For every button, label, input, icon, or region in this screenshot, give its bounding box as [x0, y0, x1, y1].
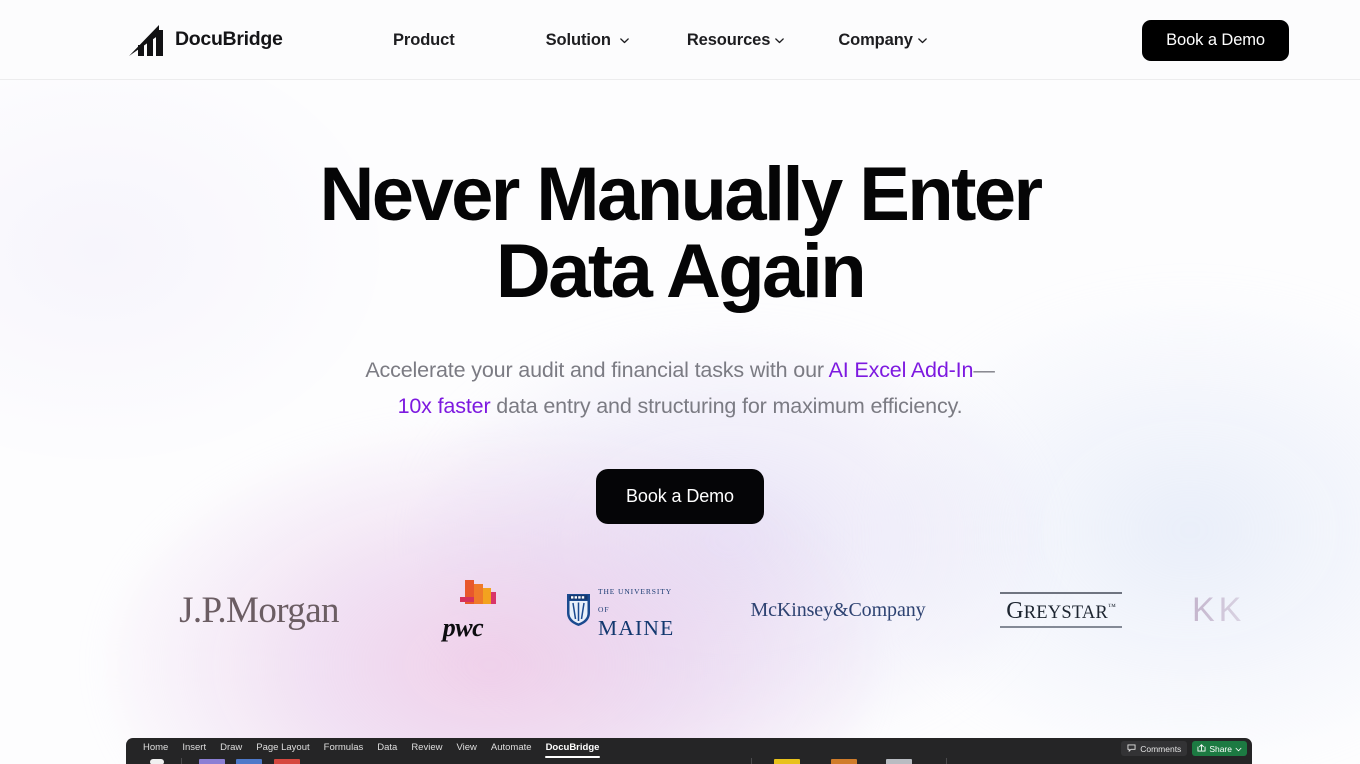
- excel-ribbon-icon-row: [126, 758, 1252, 764]
- greystar-rule-bottom: [1000, 625, 1122, 628]
- ribbon-icon-font[interactable]: [199, 759, 225, 764]
- hero-subtitle-text-2: data entry and structuring for maximum e…: [490, 394, 963, 418]
- logo-university-of-maine: THE UNIVERSITY OF MAINE: [566, 575, 681, 645]
- ribbon-icon-cells[interactable]: [831, 759, 857, 764]
- nav-item-company[interactable]: Company: [838, 31, 927, 50]
- comments-button[interactable]: Comments: [1121, 741, 1188, 756]
- excel-tab-view[interactable]: View: [449, 738, 483, 757]
- logo-greystar-text: GREYSTAR™: [1006, 594, 1116, 626]
- hero-subtitle-text-1: Accelerate your audit and financial task…: [365, 358, 829, 382]
- hero-title-line-2: Data Again: [495, 229, 867, 314]
- page-title: Never Manually Enter Data Again: [0, 156, 1360, 310]
- speech-bubble-icon: [1127, 743, 1136, 754]
- excel-tab-page-layout[interactable]: Page Layout: [249, 738, 316, 757]
- ribbon-separator: [751, 758, 752, 764]
- bar-chart-growth-logo-icon: [129, 23, 171, 57]
- logo-kkr-text: KK: [1192, 590, 1246, 629]
- logo-maine-top-line: THE UNIVERSITY OF: [598, 586, 672, 614]
- hero-book-demo-button[interactable]: Book a Demo: [596, 469, 764, 524]
- chevron-down-icon: [774, 35, 785, 46]
- pwc-mark-icon: [435, 578, 517, 612]
- excel-tab-docubridge[interactable]: DocuBridge: [539, 738, 607, 758]
- excel-tab-draw[interactable]: Draw: [213, 738, 249, 757]
- excel-tab-home[interactable]: Home: [136, 738, 175, 757]
- main-navigation: Product Solution Resources Company: [393, 0, 928, 80]
- excel-ribbon-panel: Home Insert Draw Page Layout Formulas Da…: [126, 738, 1252, 764]
- logo-mckinsey-text: McKinsey&Company: [750, 598, 926, 621]
- ribbon-icon-editing[interactable]: [886, 759, 912, 764]
- trademark-icon: ™: [1107, 601, 1116, 611]
- hero-section: Never Manually Enter Data Again Accelera…: [0, 80, 1360, 524]
- logo-jpmorgan: J.P.Morgan: [163, 575, 355, 645]
- excel-tab-formulas[interactable]: Formulas: [317, 738, 371, 757]
- excel-tab-review[interactable]: Review: [404, 738, 449, 757]
- brand-logo[interactable]: DocuBridge: [129, 22, 283, 58]
- header-book-demo-button[interactable]: Book a Demo: [1142, 20, 1289, 61]
- nav-item-product[interactable]: Product: [393, 31, 455, 50]
- hero-subtitle: Accelerate your audit and financial task…: [0, 352, 1360, 424]
- logo-maine-text: THE UNIVERSITY OF MAINE: [598, 581, 681, 640]
- excel-tab-data[interactable]: Data: [370, 738, 404, 757]
- nav-item-resources-label: Resources: [686, 30, 771, 49]
- nav-item-solution[interactable]: Solution: [546, 31, 630, 50]
- chevron-down-icon: [1235, 744, 1242, 754]
- hero-title-line-1: Never Manually Enter: [319, 152, 1044, 237]
- ribbon-icon-styles[interactable]: [774, 759, 800, 764]
- chevron-down-icon: [917, 35, 928, 46]
- chevron-down-icon: [619, 35, 630, 46]
- ribbon-icon-number[interactable]: [274, 759, 300, 764]
- logo-mckinsey: McKinsey&Company: [745, 575, 931, 645]
- logo-maine-main-line: MAINE: [598, 615, 675, 640]
- hero-subtitle-accent-2: 10x faster: [397, 394, 491, 418]
- ribbon-separator: [181, 758, 182, 764]
- ribbon-icon-paste[interactable]: [150, 759, 164, 764]
- logo-jpmorgan-text: J.P.Morgan: [179, 589, 339, 631]
- comments-label: Comments: [1140, 743, 1182, 754]
- excel-tab-automate[interactable]: Automate: [484, 738, 539, 757]
- hero-subtitle-dash: —: [973, 358, 995, 382]
- logo-greystar-initial: G: [1006, 597, 1024, 624]
- brand-name: DocuBridge: [175, 28, 283, 51]
- logo-pwc-text: pwc: [442, 612, 484, 642]
- excel-tab-insert[interactable]: Insert: [175, 738, 213, 757]
- nav-item-company-label: Company: [838, 30, 913, 49]
- site-header: DocuBridge Product Solution Resources Co…: [0, 0, 1360, 80]
- logo-kkr: KK: [1192, 575, 1312, 645]
- hero-subtitle-line-2: 10x faster data entry and structuring fo…: [0, 388, 1360, 424]
- logo-greystar: GREYSTAR™: [996, 575, 1126, 645]
- nav-item-product-label: Product: [393, 30, 455, 49]
- logo-pwc: pwc: [424, 575, 514, 645]
- logo-greystar-rest: REYSTAR: [1023, 602, 1108, 623]
- share-label: Share: [1209, 743, 1232, 754]
- excel-ribbon-actions: Comments Share: [1121, 741, 1247, 756]
- hero-subtitle-line-1: Accelerate your audit and financial task…: [0, 352, 1360, 388]
- nav-item-resources[interactable]: Resources: [687, 31, 785, 50]
- excel-ribbon-tabs: Home Insert Draw Page Layout Formulas Da…: [126, 738, 607, 758]
- ribbon-icon-alignment[interactable]: [236, 759, 262, 764]
- hero-subtitle-accent-1[interactable]: AI Excel Add-In: [829, 358, 974, 382]
- client-logo-strip: J.P.Morgan pwc THE UNIVERSITY OF MAINE M…: [0, 575, 1360, 645]
- nav-item-solution-label: Solution: [545, 30, 611, 49]
- share-arrow-icon: [1197, 743, 1206, 754]
- ribbon-separator: [946, 758, 947, 764]
- maine-shield-crest-icon: [566, 593, 591, 627]
- share-button[interactable]: Share: [1192, 741, 1247, 756]
